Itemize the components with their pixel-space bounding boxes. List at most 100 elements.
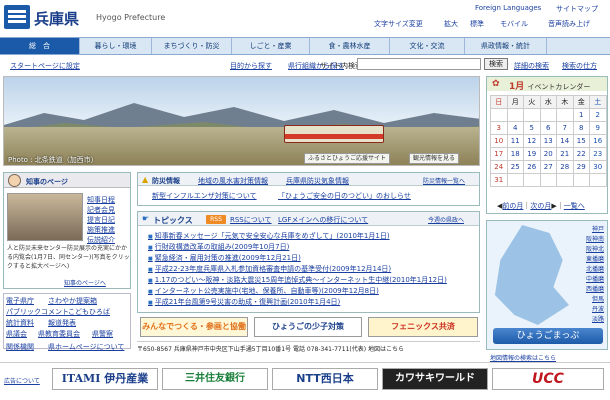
calendar-day[interactable]: 28	[556, 160, 574, 174]
ad-smbc[interactable]: 三井住友銀行	[162, 368, 268, 390]
proposal-box-link[interactable]: さわやか提案箱	[48, 296, 97, 306]
search-by-purpose-link[interactable]: 目的から探す	[230, 61, 272, 71]
lg-migration-link[interactable]: LGFメインへの移行について	[278, 215, 368, 225]
calendar-day[interactable]: 18	[506, 147, 524, 161]
map-region-link[interactable]: 丹波	[592, 304, 604, 313]
nav-tab-culture[interactable]: 文化・交流	[390, 38, 465, 54]
about-homepage-link[interactable]: 県ホームページについて	[48, 342, 124, 352]
calendar-day[interactable]: 12	[523, 134, 541, 148]
ad-kawasaki-world[interactable]: カワサキワールド	[382, 368, 488, 390]
governor-page-title[interactable]: 知事のページ	[26, 177, 68, 187]
calendar-day[interactable]: 13	[539, 134, 557, 148]
statistics-link[interactable]: 統計資料	[6, 318, 34, 328]
policy-promotion-link[interactable]: 施策推進	[87, 225, 115, 235]
rss-about-link[interactable]: RSSについて	[230, 215, 272, 225]
hero-photo[interactable]: Photo : 北条鉄道（加西市） ふるさとひょうご応援サイト 観光情報を見る	[3, 76, 480, 166]
flood-measures-link[interactable]: 地域の風水害対策情報	[198, 176, 268, 186]
weekly-news-link[interactable]: 今週の県政へ	[428, 215, 464, 224]
topic-item-link[interactable]: 平成22-23年度兵庫県入札参加資格審査申請の基準受付(2009年12月14日)	[148, 264, 391, 274]
calendar-day[interactable]: 14	[556, 134, 574, 148]
font-standard-link[interactable]: 標準	[470, 19, 484, 29]
ad-ntt-west[interactable]: NTT西日本	[272, 368, 378, 390]
calendar-day[interactable]: 21	[556, 147, 574, 161]
calendar-day[interactable]: 3	[490, 121, 508, 135]
map-region-link[interactable]: 但馬	[592, 294, 604, 303]
calendar-day[interactable]: 7	[556, 121, 574, 135]
calendar-day[interactable]: 10	[490, 134, 508, 148]
calendar-day[interactable]: 16	[589, 134, 607, 148]
site-search-input[interactable]	[357, 58, 481, 70]
calendar-day[interactable]: 1	[572, 108, 590, 122]
governor-page-more-link[interactable]: 知事のページへ	[64, 278, 106, 287]
map-region-link[interactable]: 西播磨	[586, 284, 604, 293]
disaster-info-more-link[interactable]: 防災情報一覧へ	[423, 176, 465, 185]
nav-tab-town-disaster[interactable]: まちづくり・防災	[152, 38, 232, 54]
next-month-link[interactable]: 次の月	[530, 202, 551, 210]
ad-info-link[interactable]: 広告について	[4, 376, 40, 385]
search-button[interactable]: 検索	[484, 58, 508, 70]
calendar-day[interactable]: 30	[589, 160, 607, 174]
calendar-day[interactable]: 24	[490, 160, 508, 174]
calendar-day[interactable]: 29	[572, 160, 590, 174]
set-start-page-link[interactable]: スタートページに設定	[10, 61, 80, 71]
calendar-day[interactable]: 6	[539, 121, 557, 135]
safety-day-link[interactable]: 「ひょうご安全の日のつどい」のおしらせ	[278, 191, 411, 201]
sitemap-link[interactable]: サイトマップ	[556, 4, 598, 14]
ad-itami[interactable]: ITAMI 伊丹産業	[52, 368, 158, 390]
prefecture-logo-icon[interactable]	[4, 5, 30, 29]
map-region-link[interactable]: 神戸	[592, 224, 604, 233]
mobile-link[interactable]: モバイル	[500, 19, 528, 29]
police-link[interactable]: 県警察	[92, 329, 113, 339]
map-region-link[interactable]: 北播磨	[586, 264, 604, 273]
calendar-day[interactable]: 5	[523, 121, 541, 135]
prev-month-link[interactable]: 前の月	[502, 202, 523, 210]
childcare-banner[interactable]: ひょうごの少子対策	[254, 317, 362, 337]
detail-search-link[interactable]: 詳細の検索	[514, 61, 549, 71]
calendar-day[interactable]: 15	[572, 134, 590, 148]
proposal-diary-link[interactable]: 提言日記	[87, 215, 115, 225]
calendar-day[interactable]: 27	[539, 160, 557, 174]
nav-tab-general[interactable]: 総 合	[0, 38, 80, 54]
nav-tab-food[interactable]: 食・農林水産	[310, 38, 390, 54]
press-release-link[interactable]: 報道発表	[48, 318, 76, 328]
calendar-day[interactable]: 17	[490, 147, 508, 161]
calendar-day[interactable]: 23	[589, 147, 607, 161]
calendar-day[interactable]: 11	[506, 134, 524, 148]
related-orgs-link[interactable]: 関係機関	[6, 342, 34, 352]
education-board-link[interactable]: 県教育委員会	[38, 329, 80, 339]
map-search-link[interactable]: 地図情報の検索はこちら	[490, 353, 556, 362]
calendar-day[interactable]: 19	[523, 147, 541, 161]
press-conference-link[interactable]: 記者会見	[87, 205, 115, 215]
calendar-day[interactable]: 22	[572, 147, 590, 161]
voice-reading-link[interactable]: 音声読み上げ	[548, 19, 590, 29]
font-enlarge-link[interactable]: 拡大	[444, 19, 458, 29]
foreign-languages-link[interactable]: Foreign Languages	[475, 4, 541, 12]
calendar-list-link[interactable]: 一覧へ	[564, 202, 585, 210]
nav-tab-work[interactable]: しごと・産業	[232, 38, 310, 54]
topic-item-link[interactable]: インターネット公売実施中(宅地、保養所、自動車等)(2009年12月8日)	[148, 286, 379, 296]
phoenix-kyosai-banner[interactable]: フェニックス共済	[368, 317, 478, 337]
calendar-day[interactable]: 2	[589, 108, 607, 122]
nav-tab-prefecture-info[interactable]: 県政情報・統計	[465, 38, 547, 54]
rss-button[interactable]: RSS	[206, 215, 226, 224]
tourism-info-button[interactable]: 観光情報を見る	[409, 153, 460, 164]
furusato-support-button[interactable]: ふるさとひょうご応援サイト	[304, 153, 391, 164]
kids-plaza-link[interactable]: こどもひろば	[68, 307, 110, 317]
map-region-link[interactable]: 阪神北	[586, 244, 604, 253]
hyogo-map-button[interactable]: ひょうごまっぷ	[493, 328, 603, 344]
influenza-measures-link[interactable]: 新型インフルエンザ対策について	[152, 191, 257, 201]
prefectural-assembly-link[interactable]: 県議会	[6, 329, 27, 339]
font-size-change-link[interactable]: 文字サイズ変更	[374, 19, 423, 29]
map-region-link[interactable]: 東播磨	[586, 254, 604, 263]
participation-banner[interactable]: みんなでつくる・参画と協働	[140, 317, 248, 337]
site-title[interactable]: 兵庫県	[34, 8, 79, 29]
calendar-day[interactable]: 20	[539, 147, 557, 161]
map-region-link[interactable]: 中播磨	[586, 274, 604, 283]
calendar-day[interactable]: 4	[506, 121, 524, 135]
weather-info-link[interactable]: 兵庫県防災気象情報	[286, 176, 349, 186]
calendar-day[interactable]: 31	[490, 173, 508, 187]
topic-item-link[interactable]: 1.17のつどい～阪神・淡路大震災15周年追悼式典～インターネット生中継(201…	[148, 275, 447, 285]
calendar-day[interactable]: 8	[572, 121, 590, 135]
search-method-link[interactable]: 検索の仕方	[562, 61, 597, 71]
governor-photo[interactable]	[7, 193, 83, 241]
